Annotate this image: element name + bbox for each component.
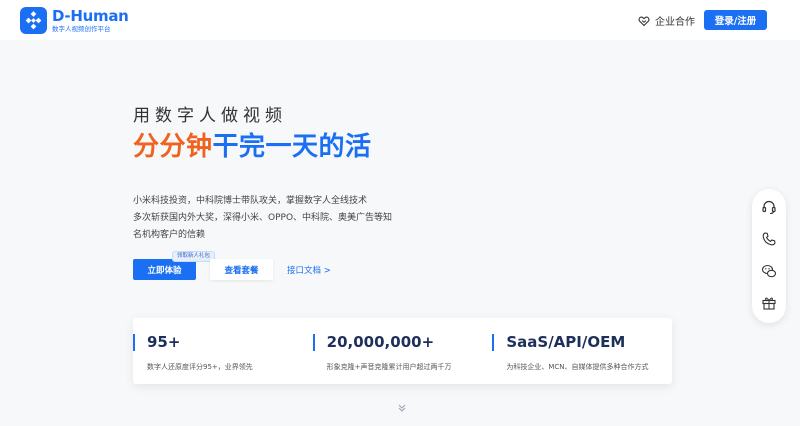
hero-kicker: 用数字人做视频	[133, 106, 287, 126]
phone-icon	[762, 232, 776, 246]
brand-name: D-Human	[52, 6, 129, 25]
logo-icon	[20, 7, 47, 34]
customer-service-button[interactable]	[760, 198, 778, 216]
stat-description: 数字人还原度评分95+，业界领先	[147, 363, 253, 371]
stat-accent-bar	[492, 334, 495, 351]
brand-logo[interactable]: D-Human 数字人视频创作平台	[20, 7, 129, 34]
phone-button[interactable]	[760, 230, 778, 248]
stat-value: SaaS/API/OEM	[506, 333, 626, 351]
api-docs-link[interactable]: 接口文档 >	[287, 264, 331, 276]
stat-accent-bar	[312, 334, 315, 351]
view-packages-button[interactable]: 查看套餐	[210, 259, 273, 280]
stat-description: 为科技企业、MCN、自媒体提供多种合作方式	[506, 363, 649, 371]
description-line: 名机构客户的信赖	[133, 230, 206, 240]
wechat-button[interactable]	[760, 262, 778, 280]
stat-accent-bar	[133, 334, 135, 351]
headline-accent: 分分钟	[133, 132, 213, 162]
gift-icon	[762, 297, 776, 310]
stat-item: SaaS/API/OEM 为科技企业、MCN、自媒体提供多种合作方式	[492, 318, 672, 384]
gift-button[interactable]	[760, 294, 778, 312]
headset-icon	[762, 200, 776, 215]
newcomer-gift-badge: 领取新人礼包	[172, 251, 216, 262]
stat-value: 95+	[147, 333, 181, 351]
hero-headline: 分分钟干完一天的活	[133, 126, 372, 163]
business-cooperation-link[interactable]: 企业合作	[638, 13, 695, 28]
business-cooperation-label: 企业合作	[655, 17, 695, 28]
stat-item: 95+ 数字人还原度评分95+，业界领先	[133, 318, 313, 384]
description-line: 多次斩获国内外大奖，深得小米、OPPO、中科院、奥美广告等知	[133, 213, 393, 223]
wechat-icon	[761, 264, 777, 278]
hero-description: 小米科技投资，中科院博士带队攻关，掌握数字人全线技术 多次斩获国内外大奖，深得小…	[133, 193, 393, 244]
stat-item: 20,000,000+ 形象克隆+声音克隆累计用户超过两千万	[312, 318, 493, 384]
headline-rest: 干完一天的活	[212, 132, 372, 162]
brand-tagline: 数字人视频创作平台	[52, 24, 111, 33]
try-now-button[interactable]: 立即体验	[133, 259, 196, 280]
scroll-down-icon[interactable]	[397, 403, 407, 413]
floating-toolbar	[752, 189, 786, 323]
stat-description: 形象克隆+声音克隆累计用户超过两千万	[326, 363, 452, 371]
stats-panel: 95+ 数字人还原度评分95+，业界领先 20,000,000+ 形象克隆+声音…	[133, 318, 672, 384]
handshake-icon	[638, 16, 650, 26]
top-header: D-Human 数字人视频创作平台 企业合作 登录/注册	[0, 0, 800, 40]
login-register-button[interactable]: 登录/注册	[704, 10, 767, 30]
description-line: 小米科技投资，中科院博士带队攻关，掌握数字人全线技术	[133, 196, 368, 206]
stat-value: 20,000,000+	[326, 333, 435, 351]
